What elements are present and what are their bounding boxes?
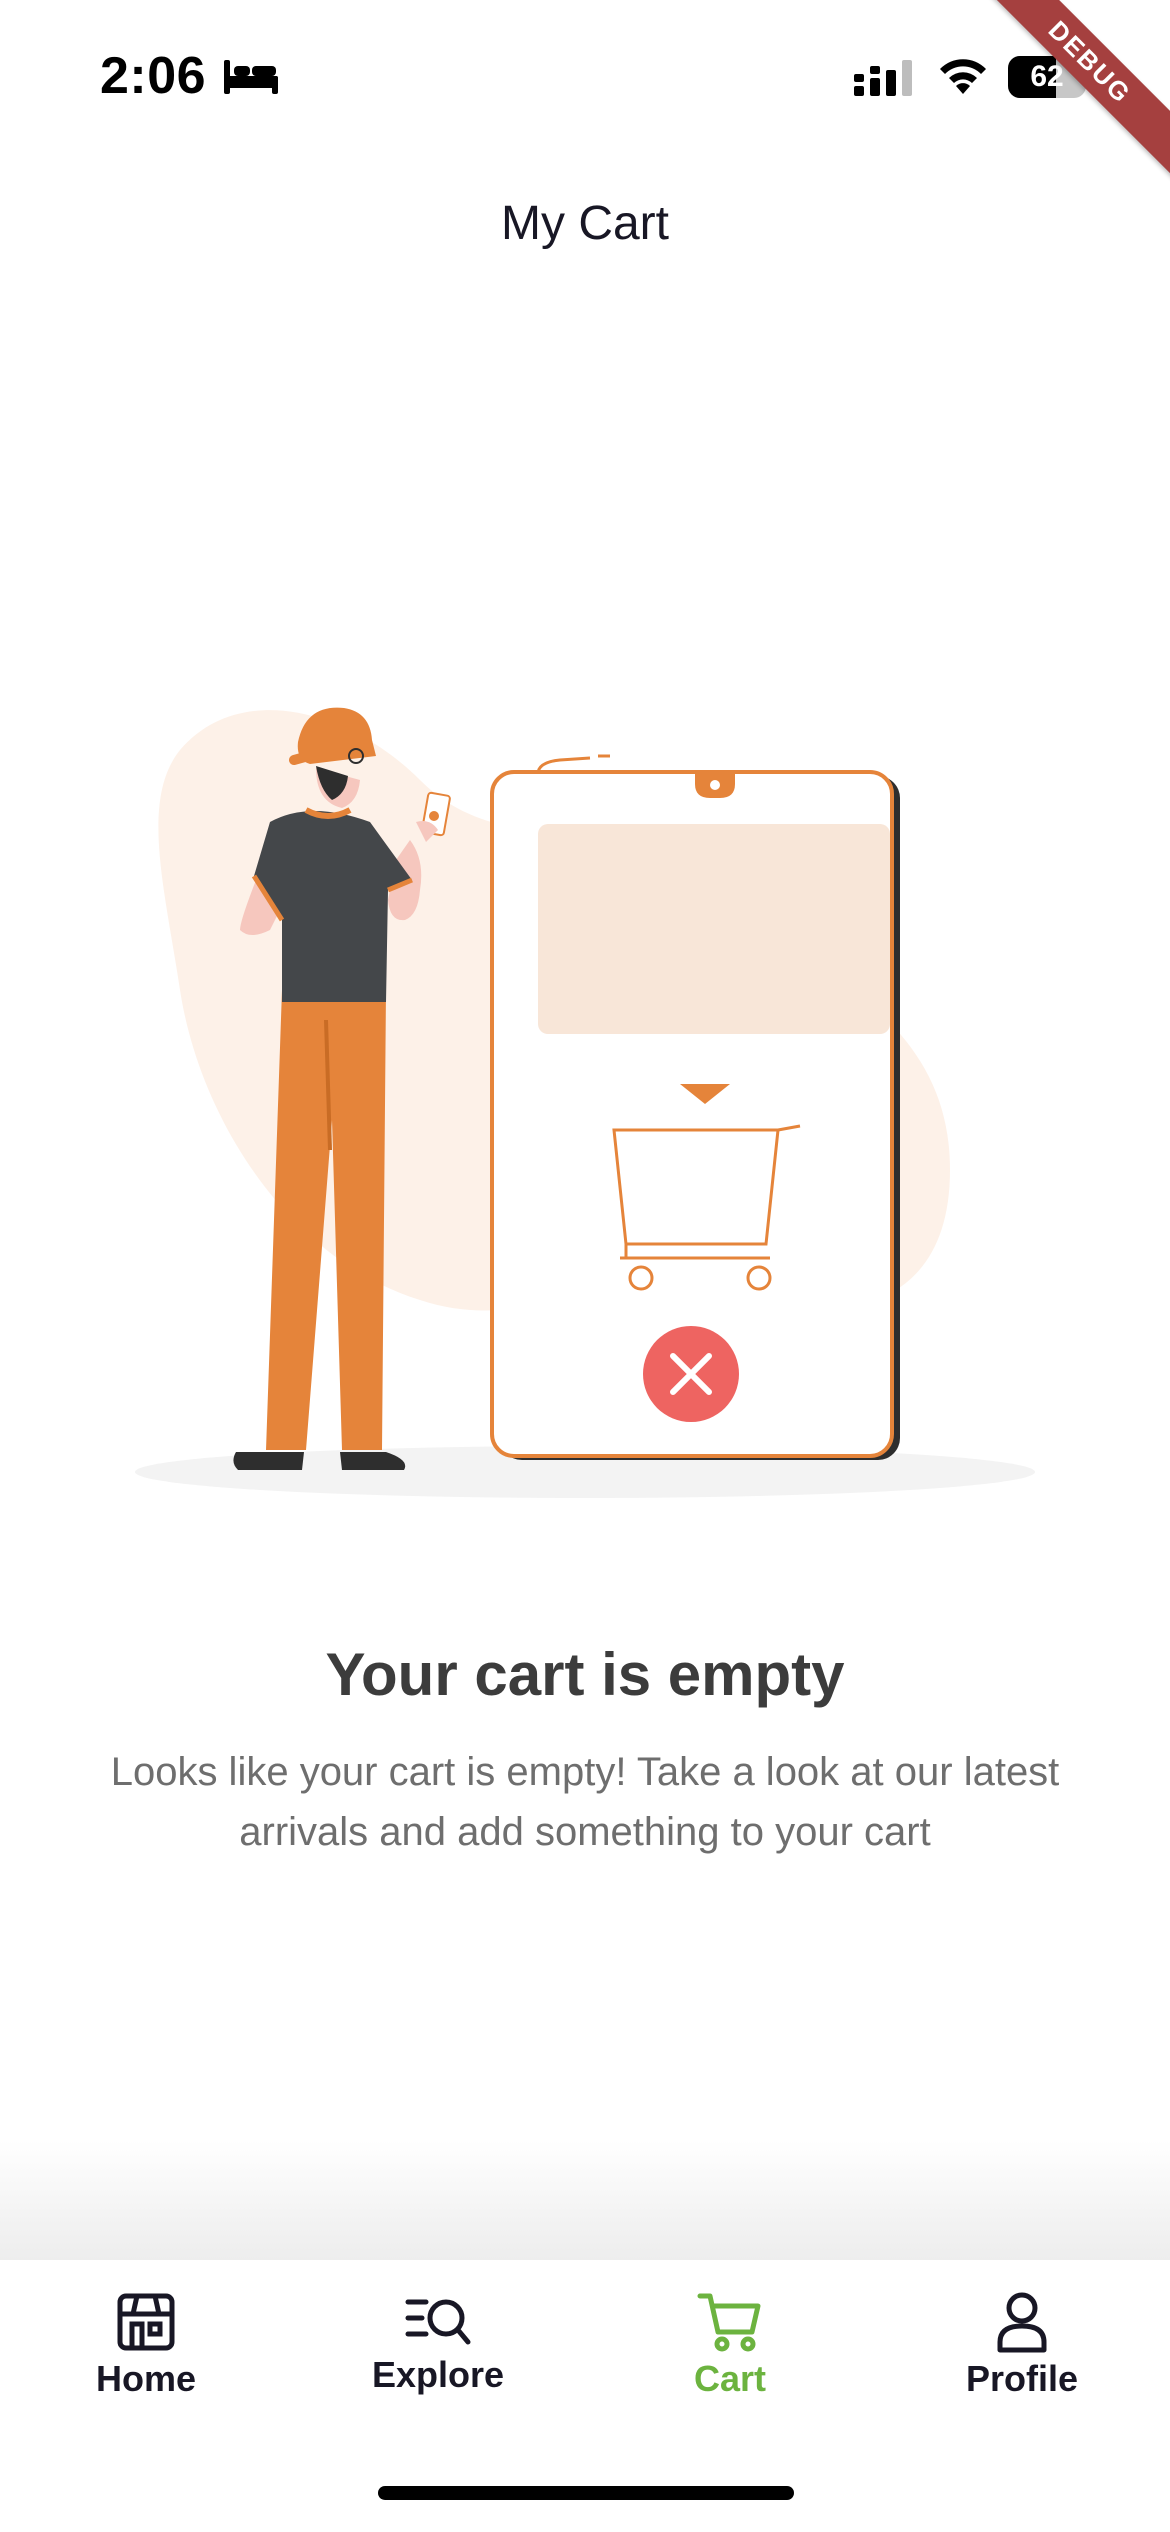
status-time: 2:06 (100, 47, 207, 105)
nav-item-cart[interactable]: Cart (584, 2262, 876, 2412)
cellular-signal-icon (854, 60, 912, 96)
bed-icon (224, 60, 278, 94)
status-bar: 2:06 62 (0, 0, 1170, 150)
user-icon (997, 2292, 1047, 2353)
empty-cart-illustration (135, 707, 1035, 1498)
nav-label-cart: Cart (693, 2358, 767, 2399)
nav-item-home[interactable]: Home (0, 2262, 292, 2412)
nav-label-explore: Explore (371, 2354, 505, 2395)
phone-graphic (490, 754, 900, 1460)
wifi-icon (940, 59, 986, 94)
nav-item-explore[interactable]: Explore (292, 2262, 584, 2412)
bottom-nav-shadow (0, 2140, 1170, 2260)
search-list-icon (405, 2299, 471, 2345)
store-icon (117, 2293, 175, 2351)
nav-label-profile: Profile (965, 2358, 1079, 2399)
cart-screen: 2:06 62 DEBUG My Cart Your cart is empty… (0, 0, 1170, 2532)
empty-cart-title: Your cart is empty (325, 1641, 845, 1708)
nav-label-home: Home (95, 2358, 197, 2399)
page-title: My Cart (501, 197, 669, 250)
nav-item-profile[interactable]: Profile (876, 2262, 1168, 2412)
cart-icon (697, 2293, 761, 2352)
home-indicator[interactable] (378, 2486, 794, 2500)
empty-cart-description: Looks like your cart is empty! Take a lo… (110, 1750, 1060, 1854)
